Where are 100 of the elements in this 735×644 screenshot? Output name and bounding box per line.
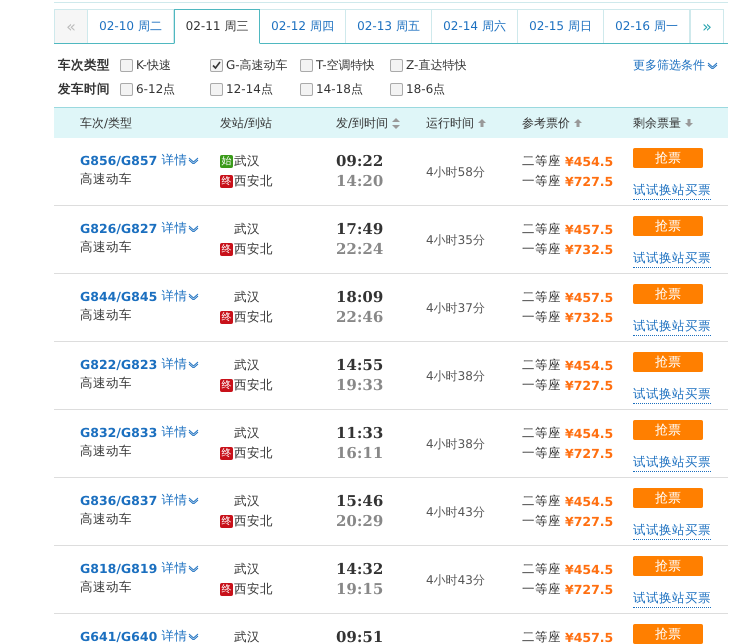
- train-number-link[interactable]: G641/G640: [80, 629, 158, 644]
- date-tab[interactable]: 02-14 周六: [432, 9, 518, 43]
- date-tab[interactable]: 02-11 周三: [174, 9, 260, 44]
- date-tab[interactable]: 02-12 周四: [260, 9, 346, 43]
- chevron-down-icon: [188, 157, 200, 164]
- seat-class: 二等座: [522, 492, 561, 510]
- checkbox-label: Z-直达特快: [406, 56, 466, 74]
- checkbox-label: K-快速: [136, 56, 171, 74]
- arrival-time: 22:46: [336, 308, 384, 326]
- date-tab[interactable]: 02-13 周五: [346, 9, 432, 43]
- checkbox[interactable]: [210, 58, 223, 72]
- seat-class: 二等座: [522, 424, 561, 442]
- travel-duration: 4小时35分: [426, 232, 486, 249]
- train-number-link[interactable]: G832/G833: [80, 425, 158, 440]
- departure-time: 11:33: [336, 424, 384, 442]
- checkbox[interactable]: [390, 58, 403, 72]
- sort-icon[interactable]: [392, 118, 400, 128]
- terminal-badge: 终: [220, 446, 233, 460]
- details-link[interactable]: 详情: [161, 628, 188, 644]
- train-type: 高速动车: [80, 443, 133, 460]
- ticket-price: ¥454.5: [565, 358, 614, 372]
- checkbox[interactable]: [120, 82, 133, 96]
- arrival-time: 19:33: [336, 376, 384, 394]
- departure-time: 14:55: [336, 356, 384, 374]
- travel-duration: 4小时43分: [426, 572, 486, 589]
- sort-down-icon[interactable]: [685, 119, 693, 127]
- checkbox-label: 6-12点: [136, 80, 176, 98]
- filter-label: 发车时间: [58, 80, 111, 98]
- seat-class: 一等座: [522, 444, 561, 462]
- change-station-link[interactable]: 试试换站买票: [633, 250, 711, 268]
- seat-class: 一等座: [522, 376, 561, 394]
- change-station-link[interactable]: 试试换站买票: [633, 182, 711, 200]
- details-link[interactable]: 详情: [161, 152, 188, 169]
- ticket-price: ¥727.5: [565, 174, 614, 188]
- checkbox[interactable]: [120, 58, 133, 72]
- train-number-link[interactable]: G826/G827: [80, 221, 158, 236]
- change-station-link[interactable]: 试试换站买票: [633, 522, 711, 540]
- seat-class: 二等座: [522, 628, 561, 644]
- station-name: 武汉: [234, 492, 260, 510]
- details-link[interactable]: 详情: [161, 560, 188, 577]
- column-header: 运行时间: [426, 114, 474, 132]
- details-link[interactable]: 详情: [161, 492, 188, 509]
- seat-class: 一等座: [522, 512, 561, 530]
- checkbox[interactable]: [300, 82, 313, 96]
- departure-time: 18:09: [336, 288, 384, 306]
- details-link[interactable]: 详情: [161, 220, 188, 237]
- chevron-down-icon: [188, 633, 200, 640]
- checkbox[interactable]: [300, 58, 313, 72]
- train-number-link[interactable]: G822/G823: [80, 357, 158, 372]
- station-name: 西安北: [234, 444, 273, 462]
- travel-duration: 4小时38分: [426, 436, 486, 453]
- departure-time: 09:51: [336, 628, 384, 644]
- sort-up-icon[interactable]: [478, 119, 486, 127]
- more-filters-link[interactable]: 更多筛选条件: [633, 57, 705, 74]
- station-name: 西安北: [234, 240, 273, 258]
- station-name: 武汉: [234, 424, 260, 442]
- departure-time: 15:46: [336, 492, 384, 510]
- checkbox-label: 12-14点: [226, 80, 273, 98]
- arrival-time: 20:29: [336, 512, 384, 530]
- train-number-link[interactable]: G844/G845: [80, 289, 158, 304]
- date-tab[interactable]: 02-10 周二: [88, 9, 174, 43]
- origin-badge: 始: [220, 154, 233, 168]
- chevron-down-icon: [188, 361, 200, 368]
- change-station-link[interactable]: 试试换站买票: [633, 454, 711, 472]
- seat-class: 二等座: [522, 152, 561, 170]
- next-button[interactable]: »: [690, 9, 724, 43]
- station-name: 武汉: [234, 628, 260, 644]
- arrival-time: 19:15: [336, 580, 384, 598]
- station-name: 武汉: [234, 560, 260, 578]
- train-number-link[interactable]: G818/G819: [80, 561, 158, 576]
- column-header: 车次/类型: [80, 114, 132, 132]
- ticket-price: ¥454.5: [565, 562, 614, 576]
- chevron-down-icon: [188, 429, 200, 436]
- ticket-price: ¥732.5: [565, 242, 614, 256]
- seat-class: 一等座: [522, 172, 561, 190]
- chevron-down-icon: [188, 565, 200, 572]
- train-type: 高速动车: [80, 307, 133, 324]
- date-tab[interactable]: 02-15 周日: [518, 9, 604, 43]
- chevron-down-icon: [188, 497, 200, 504]
- change-station-link[interactable]: 试试换站买票: [633, 318, 711, 336]
- train-number-link[interactable]: G836/G837: [80, 493, 158, 508]
- ticket-price: ¥454.5: [565, 426, 614, 440]
- checkbox-label: T-空调特快: [316, 56, 375, 74]
- train-type: 高速动车: [80, 375, 133, 392]
- details-link[interactable]: 详情: [161, 288, 188, 305]
- change-station-link[interactable]: 试试换站买票: [633, 386, 711, 404]
- train-number-link[interactable]: G856/G857: [80, 153, 158, 168]
- change-station-link[interactable]: 试试换站买票: [633, 590, 711, 608]
- details-link[interactable]: 详情: [161, 424, 188, 441]
- sort-up-icon[interactable]: [574, 119, 582, 127]
- chevron-down-icon: [707, 62, 718, 69]
- date-tab[interactable]: 02-16 周一: [604, 9, 690, 43]
- terminal-badge: 终: [220, 310, 233, 324]
- travel-duration: 4小时43分: [426, 504, 486, 521]
- details-link[interactable]: 详情: [161, 356, 188, 373]
- filter-label: 车次类型: [58, 56, 111, 74]
- checkbox[interactable]: [210, 82, 223, 96]
- checkbox[interactable]: [390, 82, 403, 96]
- terminal-badge: 终: [220, 514, 233, 528]
- column-header: 发站/到站: [220, 114, 272, 132]
